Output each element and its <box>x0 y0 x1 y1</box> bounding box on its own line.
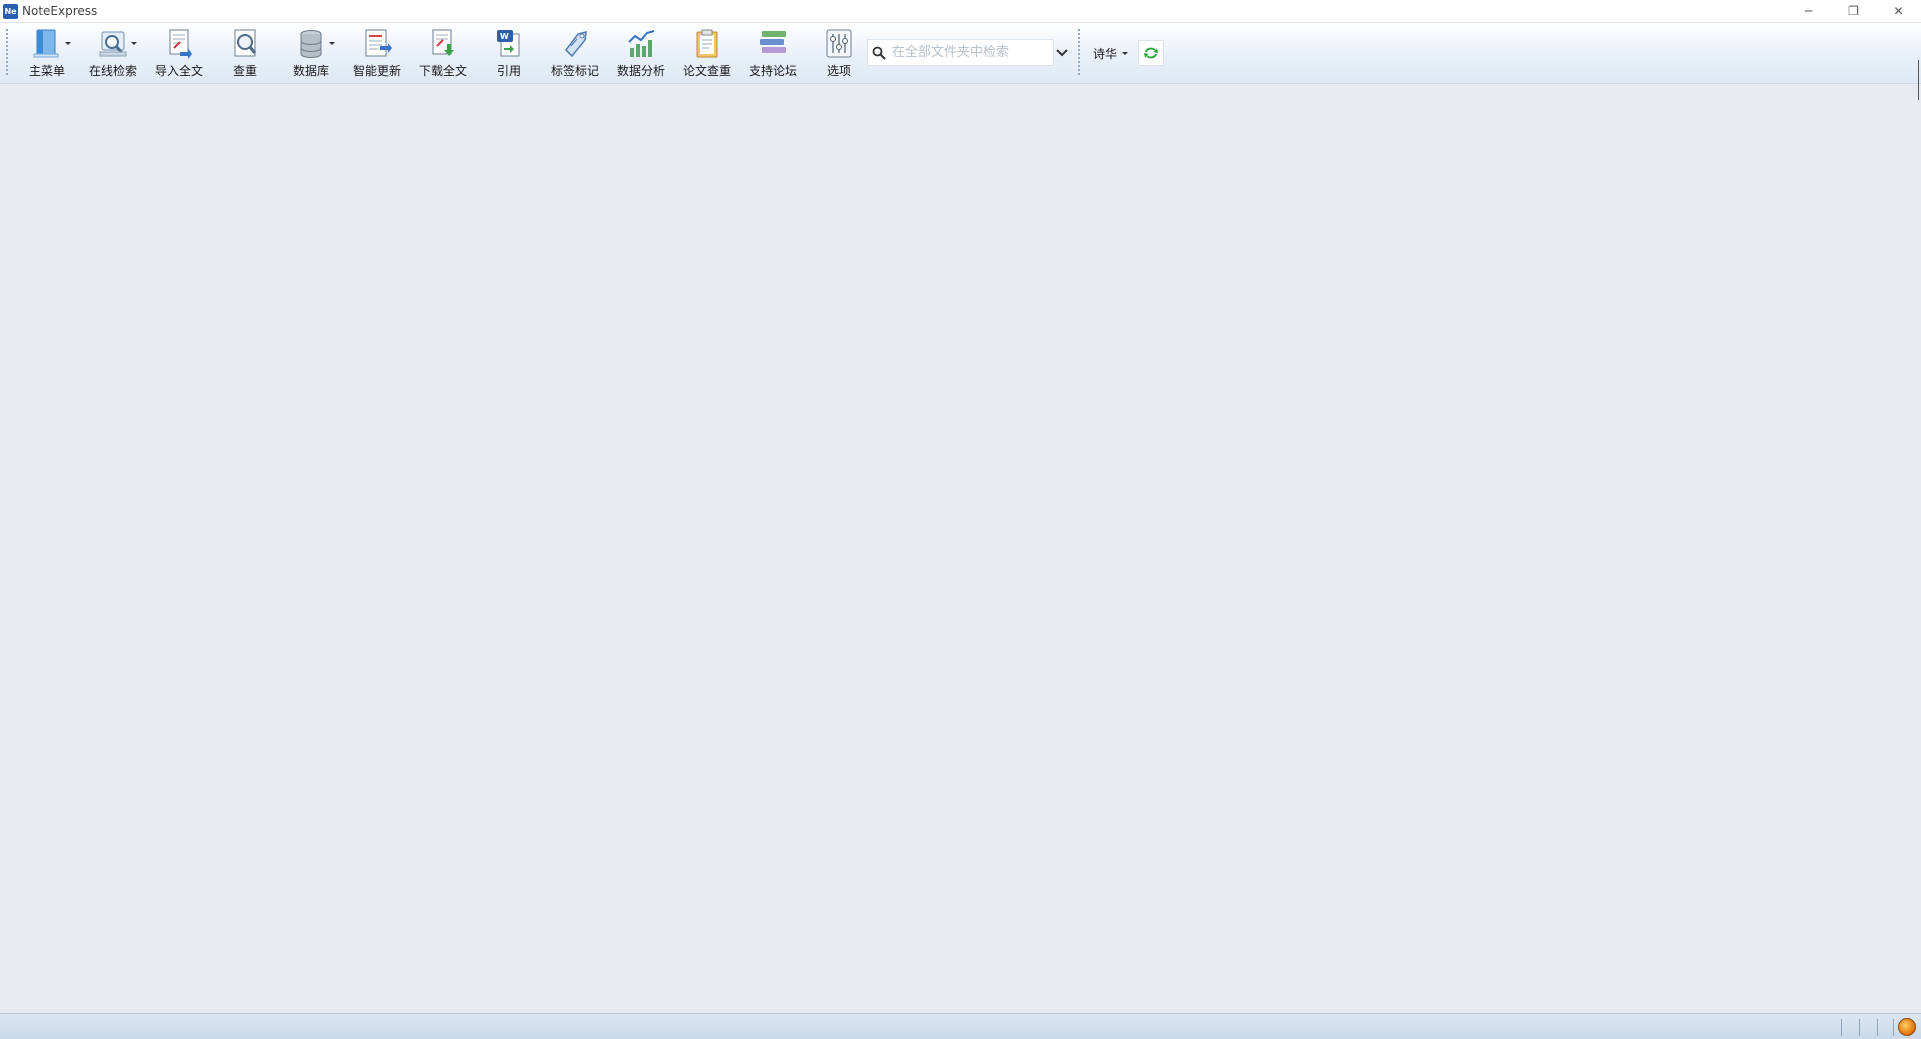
database-label: 数据库 <box>292 64 329 78</box>
smart-update-button[interactable]: 智能更新 <box>344 25 410 81</box>
paper-check-label: 论文查重 <box>682 64 731 78</box>
toolbar-separator <box>1078 29 1082 75</box>
chevron-down-icon <box>131 42 137 45</box>
svg-text:W: W <box>500 32 509 41</box>
forum-icon <box>756 28 790 60</box>
app-logo-icon: Ne <box>3 3 18 19</box>
title-bar: Ne NoteExpress ─ ❐ ✕ <box>0 0 1921 22</box>
download-fulltext-icon <box>426 28 460 60</box>
online-search-label: 在线检索 <box>88 64 137 78</box>
forum-button[interactable]: 支持论坛 <box>740 25 806 81</box>
sync-icon <box>1144 47 1158 59</box>
search-icon <box>872 46 886 60</box>
search-input[interactable] <box>890 44 1049 61</box>
download-fulltext-button[interactable]: 下载全文 <box>410 25 476 81</box>
smart-update-icon <box>360 28 394 60</box>
options-button[interactable]: 选项 <box>806 25 872 81</box>
database-icon <box>294 28 328 60</box>
status-divider <box>1877 1019 1878 1036</box>
chevron-down-icon <box>1056 48 1068 56</box>
chevron-down-icon <box>329 42 335 45</box>
user-name: 诗华 <box>1093 46 1118 61</box>
user-menu[interactable]: 诗华 <box>1093 43 1129 63</box>
data-analysis-label: 数据分析 <box>616 64 665 78</box>
online-search-icon <box>96 28 130 60</box>
status-divider <box>1841 1019 1842 1036</box>
paper-check-icon <box>690 28 724 60</box>
status-bar <box>0 1013 1921 1039</box>
search-box <box>867 39 1054 66</box>
tag-label: 标签标记 <box>550 64 599 78</box>
status-indicator-icon[interactable] <box>1898 1018 1916 1036</box>
status-divider <box>1893 1019 1894 1036</box>
smart-update-label: 智能更新 <box>352 64 401 78</box>
toolbar-buttons: 主菜单 在线检索 导入全文 查重 数据库 智能更新 下载全文 W 引用 标签标记… <box>14 25 872 81</box>
cite-icon: W <box>492 28 526 60</box>
duplicate-check-button[interactable]: 查重 <box>212 25 278 81</box>
duplicate-check-label: 查重 <box>232 64 257 78</box>
main-toolbar: 主菜单 在线检索 导入全文 查重 数据库 智能更新 下载全文 W 引用 标签标记… <box>0 22 1921 84</box>
forum-label: 支持论坛 <box>748 64 797 78</box>
restore-button[interactable]: ❐ <box>1831 0 1876 22</box>
main-menu-label: 主菜单 <box>28 64 65 78</box>
toolbar-grip[interactable] <box>6 29 10 75</box>
duplicate-check-icon <box>228 28 262 60</box>
window-edge-line <box>1918 60 1919 100</box>
window-controls: ─ ❐ ✕ <box>1786 0 1921 22</box>
app-window: Ne NoteExpress ─ ❐ ✕ 主菜单 在线检索 导入全文 查重 数据… <box>0 0 1921 1039</box>
search-scope-dropdown[interactable] <box>1052 39 1072 66</box>
data-analysis-button[interactable]: 数据分析 <box>608 25 674 81</box>
database-button[interactable]: 数据库 <box>278 25 344 81</box>
import-fulltext-label: 导入全文 <box>154 64 203 78</box>
main-menu-icon <box>30 28 64 60</box>
options-label: 选项 <box>826 64 851 78</box>
minimize-button[interactable]: ─ <box>1786 0 1831 22</box>
import-fulltext-icon <box>162 28 196 60</box>
cite-label: 引用 <box>496 64 521 78</box>
online-search-button[interactable]: 在线检索 <box>80 25 146 81</box>
close-button[interactable]: ✕ <box>1876 0 1921 22</box>
chevron-down-icon <box>1122 51 1129 55</box>
paper-check-button[interactable]: 论文查重 <box>674 25 740 81</box>
main-menu-button[interactable]: 主菜单 <box>14 25 80 81</box>
window-title: NoteExpress <box>22 4 98 18</box>
tag-button[interactable]: 标签标记 <box>542 25 608 81</box>
chevron-down-icon <box>65 42 71 45</box>
cite-button[interactable]: W 引用 <box>476 25 542 81</box>
options-icon <box>822 28 856 60</box>
tag-icon <box>558 28 592 60</box>
data-analysis-icon <box>624 28 658 60</box>
import-fulltext-button[interactable]: 导入全文 <box>146 25 212 81</box>
status-divider <box>1859 1019 1860 1036</box>
sync-button[interactable] <box>1138 40 1164 66</box>
download-fulltext-label: 下载全文 <box>418 64 467 78</box>
